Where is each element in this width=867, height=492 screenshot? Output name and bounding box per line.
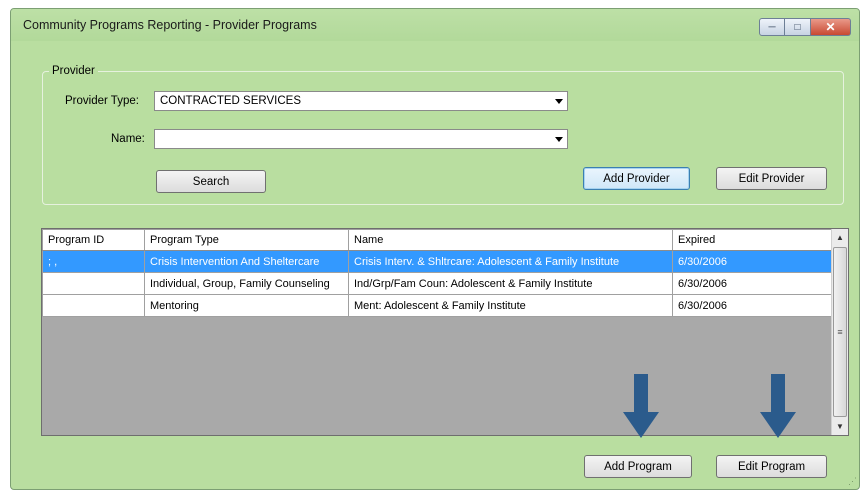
provider-type-select[interactable]: CONTRACTED SERVICES [154,91,568,111]
cell-program-id [42,272,145,295]
table-row[interactable]: Individual, Group, Family Counseling Ind… [42,272,832,295]
edit-provider-button[interactable]: Edit Provider [716,167,827,190]
cell-expired: 6/30/2006 [672,294,832,317]
programs-table: Program ID Program Type Name Expired ; ,… [42,229,832,317]
edit-program-button[interactable]: Edit Program [716,455,827,478]
table-header-row: Program ID Program Type Name Expired [42,229,832,251]
vertical-scrollbar[interactable]: ▲ ≡ ▼ [831,229,848,435]
cell-program-type: Crisis Intervention And Sheltercare [144,250,349,273]
title-bar[interactable]: Community Programs Reporting - Provider … [11,9,859,41]
search-button[interactable]: Search [156,170,266,193]
cell-name: Ment: Adolescent & Family Institute [348,294,673,317]
add-program-button[interactable]: Add Program [584,455,692,478]
cell-name: Ind/Grp/Fam Coun: Adolescent & Family In… [348,272,673,295]
cell-program-id: ; , [42,250,145,273]
maximize-icon[interactable]: □ [785,18,811,36]
scroll-up-icon[interactable]: ▲ [832,229,848,246]
window-title: Community Programs Reporting - Provider … [23,18,317,32]
cell-expired: 6/30/2006 [672,250,832,273]
add-provider-button[interactable]: Add Provider [583,167,690,190]
scroll-down-icon[interactable]: ▼ [832,418,848,435]
cell-program-type: Individual, Group, Family Counseling [144,272,349,295]
provider-name-label: Name: [111,133,145,145]
close-icon[interactable]: ✕ [811,18,851,36]
table-row[interactable]: ; , Crisis Intervention And Sheltercare … [42,250,832,273]
provider-type-label: Provider Type: [65,95,139,107]
column-header-expired[interactable]: Expired [672,229,832,251]
provider-group-label: Provider [49,65,98,77]
cell-name: Crisis Interv. & Shltrcare: Adolescent &… [348,250,673,273]
programs-grid[interactable]: Program ID Program Type Name Expired ; ,… [41,228,849,436]
chevron-down-icon[interactable] [555,99,563,104]
arrow-down-icon [623,374,659,438]
provider-name-select[interactable] [154,129,568,149]
column-header-program-id[interactable]: Program ID [42,229,145,251]
column-header-name[interactable]: Name [348,229,673,251]
window-controls: ─ □ ✕ [759,18,851,36]
provider-type-value: CONTRACTED SERVICES [160,95,302,107]
column-header-program-type[interactable]: Program Type [144,229,349,251]
chevron-down-icon[interactable] [555,137,563,142]
minimize-icon[interactable]: ─ [759,18,785,36]
table-row[interactable]: Mentoring Ment: Adolescent & Family Inst… [42,294,832,317]
cell-expired: 6/30/2006 [672,272,832,295]
provider-programs-window: Community Programs Reporting - Provider … [10,8,860,490]
cell-program-id [42,294,145,317]
cell-program-type: Mentoring [144,294,349,317]
resize-grip-icon[interactable]: ⋰ [848,476,857,487]
arrow-down-icon [760,374,796,438]
scrollbar-thumb[interactable]: ≡ [833,247,847,417]
